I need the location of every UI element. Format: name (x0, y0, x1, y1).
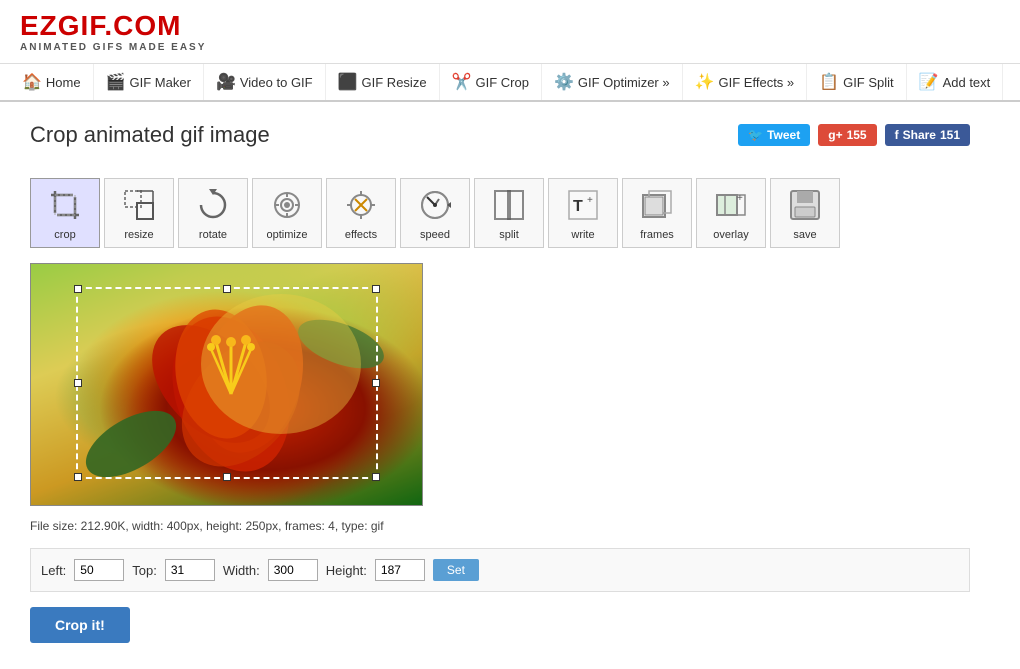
nav-gifoptimizer-label: GIF Optimizer » (578, 75, 670, 90)
rotate-tool-label: rotate (199, 229, 227, 241)
nav-video-to-gif[interactable]: 🎥 Video to GIF (204, 64, 326, 100)
tools-row: crop resize rotate (30, 178, 970, 248)
tool-write[interactable]: T + write (548, 178, 618, 248)
tool-speed[interactable]: speed (400, 178, 470, 248)
gifeffects-icon: ✨ (695, 72, 715, 92)
tool-rotate[interactable]: rotate (178, 178, 248, 248)
write-tool-label: write (571, 229, 594, 241)
svg-text:+: + (737, 193, 743, 204)
gifsplit-icon: 📋 (819, 72, 839, 92)
tool-overlay[interactable]: + overlay (696, 178, 766, 248)
logo-subtitle: ANIMATED GIFS MADE EASY (20, 42, 206, 53)
speed-tool-icon (415, 185, 455, 225)
twitter-icon: 🐦 (748, 128, 763, 142)
gifresize-icon: ⬛ (338, 72, 358, 92)
nav-gif-effects[interactable]: ✨ GIF Effects » (683, 64, 808, 100)
file-info: File size: 212.90K, width: 400px, height… (30, 519, 970, 533)
crop-tool-label: crop (54, 229, 75, 241)
nav-gifmaker-label: GIF Maker (130, 75, 191, 90)
tool-split[interactable]: split (474, 178, 544, 248)
crop-tool-icon (45, 185, 85, 225)
split-tool-icon (489, 185, 529, 225)
nav-add-text[interactable]: 📝 Add text (907, 64, 1004, 100)
svg-text:T: T (573, 198, 583, 215)
videotogif-icon: 🎥 (216, 72, 236, 92)
nav-gif-maker[interactable]: 🎬 GIF Maker (94, 64, 204, 100)
height-label: Height: (326, 563, 367, 578)
nav-gif-optimizer[interactable]: ⚙️ GIF Optimizer » (542, 64, 683, 100)
navigation: 🏠 Home 🎬 GIF Maker 🎥 Video to GIF ⬛ GIF … (0, 64, 1020, 102)
main-content: Crop animated gif image 🐦 Tweet g+ 155 f… (0, 102, 1000, 663)
split-tool-label: split (499, 229, 519, 241)
left-label: Left: (41, 563, 66, 578)
tool-save[interactable]: save (770, 178, 840, 248)
tool-effects[interactable]: effects (326, 178, 396, 248)
optimize-tool-label: optimize (267, 229, 308, 241)
effects-tool-icon (341, 185, 381, 225)
left-input[interactable] (74, 559, 124, 581)
controls-row: Left: Top: Width: Height: Set (30, 548, 970, 592)
header: EZGIF.COM ANIMATED GIFS MADE EASY (0, 0, 1020, 64)
flower-svg (31, 264, 424, 507)
width-label: Width: (223, 563, 260, 578)
overlay-tool-label: overlay (713, 229, 748, 241)
speed-tool-label: speed (420, 229, 450, 241)
nav-gif-resize[interactable]: ⬛ GIF Resize (326, 64, 440, 100)
gifoptimizer-icon: ⚙️ (554, 72, 574, 92)
svg-text:+: + (587, 195, 593, 206)
top-input[interactable] (165, 559, 215, 581)
nav-addtext-label: Add text (943, 75, 991, 90)
nav-gifcrop-label: GIF Crop (475, 75, 528, 90)
tool-crop[interactable]: crop (30, 178, 100, 248)
logo-text: EZGIF.COM (20, 10, 206, 42)
effects-tool-label: effects (345, 229, 377, 241)
tweet-button[interactable]: 🐦 Tweet (738, 124, 810, 146)
facebook-icon: f (895, 128, 899, 142)
nav-home[interactable]: 🏠 Home (10, 64, 94, 100)
gif-preview[interactable] (30, 263, 423, 506)
overlay-tool-icon: + (711, 185, 751, 225)
nav-videotogif-label: Video to GIF (240, 75, 313, 90)
page-title: Crop animated gif image (30, 122, 270, 148)
nav-gif-split[interactable]: 📋 GIF Split (807, 64, 907, 100)
addtext-icon: 📝 (919, 72, 939, 92)
rotate-tool-icon (193, 185, 233, 225)
top-label: Top: (132, 563, 157, 578)
nav-gifsplit-label: GIF Split (843, 75, 894, 90)
gplus-icon: g+ (828, 128, 842, 142)
set-button[interactable]: Set (433, 559, 479, 581)
tool-frames[interactable]: frames (622, 178, 692, 248)
frames-tool-label: frames (640, 229, 674, 241)
nav-gif-crop[interactable]: ✂️ GIF Crop (440, 64, 542, 100)
share-button[interactable]: f Share 151 (885, 124, 970, 146)
height-input[interactable] (375, 559, 425, 581)
write-tool-icon: T + (563, 185, 603, 225)
logo[interactable]: EZGIF.COM ANIMATED GIFS MADE EASY (20, 10, 206, 53)
nav-home-label: Home (46, 75, 81, 90)
gplus-button[interactable]: g+ 155 (818, 124, 876, 146)
crop-it-button[interactable]: Crop it! (30, 607, 130, 643)
tool-optimize[interactable]: optimize (252, 178, 322, 248)
resize-tool-label: resize (124, 229, 153, 241)
gifmaker-icon: 🎬 (106, 72, 126, 92)
tweet-label: Tweet (767, 128, 800, 142)
optimize-tool-icon (267, 185, 307, 225)
home-icon: 🏠 (22, 72, 42, 92)
social-buttons: 🐦 Tweet g+ 155 f Share 151 (738, 124, 970, 146)
tool-resize[interactable]: resize (104, 178, 174, 248)
save-tool-icon (785, 185, 825, 225)
share-count: 151 (940, 128, 960, 142)
frames-tool-icon (637, 185, 677, 225)
gifcrop-icon: ✂️ (452, 72, 472, 92)
gplus-count: 155 (847, 128, 867, 142)
nav-gifeffects-label: GIF Effects » (719, 75, 795, 90)
share-label: Share (903, 128, 936, 142)
save-tool-label: save (793, 229, 816, 241)
canvas-area[interactable] (30, 263, 423, 506)
width-input[interactable] (268, 559, 318, 581)
resize-tool-icon (119, 185, 159, 225)
nav-gifresize-label: GIF Resize (362, 75, 427, 90)
title-social-row: Crop animated gif image 🐦 Tweet g+ 155 f… (30, 122, 970, 163)
